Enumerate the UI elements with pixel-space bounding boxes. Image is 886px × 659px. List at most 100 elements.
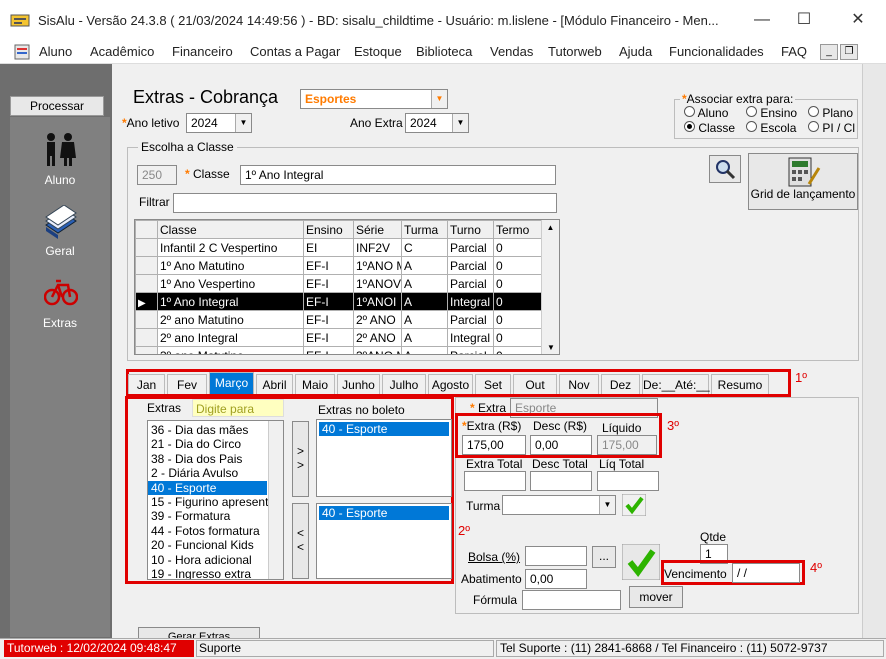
tab-month-10[interactable]: Nov — [559, 374, 599, 394]
chevron-down-icon[interactable]: ▼ — [452, 114, 468, 132]
list-item[interactable]: 19 - Ingresso extra — [148, 567, 267, 579]
liq-total-field[interactable] — [597, 471, 659, 491]
table-row[interactable]: 2º ano Integral EF-I 2º ANO A Integral 0 — [135, 328, 542, 347]
filtrar-input[interactable] — [173, 193, 557, 213]
chevron-down-icon[interactable]: ▼ — [431, 90, 447, 108]
bolsa-lookup-button[interactable]: ... — [592, 546, 616, 568]
remove-extra-button[interactable]: < < — [292, 503, 309, 579]
menu-estoque[interactable]: Estoque — [354, 44, 402, 59]
list-item[interactable]: 21 - Dia do Circo — [148, 437, 267, 451]
menu-financeiro[interactable]: Financeiro — [172, 44, 233, 59]
nav-geral[interactable]: Geral — [20, 244, 100, 258]
bolsa-label[interactable]: Bolsa (%) — [468, 550, 520, 564]
bolsa-input[interactable] — [525, 546, 587, 566]
tab-month-5[interactable]: Junho — [337, 374, 380, 394]
list-item[interactable]: 40 - Esporte — [319, 506, 449, 521]
ano-extra-select[interactable]: 2024 ▼ — [405, 113, 469, 133]
processar-button[interactable]: Processar — [10, 96, 104, 116]
list-item[interactable]: 10 - Hora adicional — [148, 553, 267, 567]
list-item[interactable]: 2 - Diária Avulso — [148, 466, 267, 480]
list-item[interactable]: 36 - Dia das mães — [148, 423, 267, 437]
extra-rs-input[interactable]: 175,00 — [462, 435, 526, 455]
radio-aluno[interactable]: Aluno — [684, 106, 728, 120]
extras-list-scrollbar[interactable] — [268, 421, 283, 579]
tab-month-4[interactable]: Maio — [295, 374, 335, 394]
list-item[interactable]: 40 - Esporte — [319, 422, 449, 437]
menu-vendas[interactable]: Vendas — [490, 44, 533, 59]
tab-month-11[interactable]: Dez — [601, 374, 640, 394]
tab-month-0[interactable]: Jan — [128, 374, 165, 394]
extra-total-field[interactable] — [464, 471, 526, 491]
tab-month-3[interactable]: Abril — [256, 374, 293, 394]
grid-col-serie[interactable]: Série — [353, 220, 402, 239]
maximize-button[interactable]: ☐ — [792, 8, 816, 32]
radio-pi-cl[interactable]: PI / Cl — [808, 121, 855, 135]
grid-col-turma[interactable]: Turma — [401, 220, 448, 239]
grid-col-ensino[interactable]: Ensino — [303, 220, 354, 239]
table-row[interactable]: 1º Ano Matutino EF-I 1ºANO M A Parcial 0 — [135, 256, 542, 275]
tab-month-6[interactable]: Julho — [382, 374, 426, 394]
menu-aluno[interactable]: Aluno — [39, 44, 72, 59]
menu-ajuda[interactable]: Ajuda — [619, 44, 652, 59]
menu-academico[interactable]: Acadêmico — [90, 44, 154, 59]
formula-input[interactable] — [522, 590, 621, 610]
menu-biblioteca[interactable]: Biblioteca — [416, 44, 472, 59]
list-item[interactable]: 40 - Esporte — [148, 480, 267, 495]
close-button[interactable]: ✕ — [846, 8, 870, 32]
tab-month-8[interactable]: Set — [475, 374, 511, 394]
confirm-checkmark-icon[interactable] — [621, 543, 661, 581]
list-item[interactable]: 44 - Fotos formatura — [148, 524, 267, 538]
grid-col-turno[interactable]: Turno — [447, 220, 494, 239]
list-item[interactable]: 38 - Dia dos Pais — [148, 452, 267, 466]
menu-tutorweb[interactable]: Tutorweb — [548, 44, 602, 59]
table-row[interactable]: 1º Ano Vespertino EF-I 1ºANOV A Parcial 0 — [135, 274, 542, 293]
tab-month-1[interactable]: Fev — [167, 374, 207, 394]
grid-lancamento-button[interactable]: Grid de lançamento — [748, 153, 858, 210]
turma-select[interactable]: ▼ — [502, 495, 616, 515]
desc-total-field[interactable] — [530, 471, 592, 491]
grid-col-classe[interactable]: Classe — [157, 220, 304, 239]
minimize-button[interactable]: — — [750, 8, 774, 32]
right-scrollbar[interactable] — [862, 64, 886, 638]
chevron-down-icon[interactable]: ▼ — [599, 496, 615, 514]
desc-rs-input[interactable]: 0,00 — [530, 435, 592, 455]
list-item[interactable]: 20 - Funcional Kids — [148, 538, 267, 552]
mdi-minimize-button[interactable]: _ — [820, 44, 838, 60]
radio-plano[interactable]: Plano — [808, 106, 853, 120]
classe-field[interactable]: 1º Ano Integral — [240, 165, 556, 185]
tab-month-9[interactable]: Out — [513, 374, 557, 394]
classe-code-field[interactable]: 250 — [137, 165, 177, 185]
table-row[interactable]: ▶ 1º Ano Integral EF-I 1ºANOI A Integral 0 — [135, 292, 542, 311]
table-row[interactable]: 3º ano MatutinoEF-I3ºANO MAParcial0 — [135, 346, 542, 354]
bicycle-icon[interactable] — [43, 275, 79, 307]
radio-escola[interactable]: Escola — [746, 121, 796, 135]
menu-contas-a-pagar[interactable]: Contas a Pagar — [250, 44, 340, 59]
abatimento-input[interactable]: 0,00 — [525, 569, 587, 589]
extra-type-select[interactable]: Esportes ▼ — [300, 89, 448, 109]
grid-scrollbar[interactable]: ▲ ▼ — [541, 220, 559, 354]
nav-extras[interactable]: Extras — [20, 316, 100, 330]
mover-button[interactable]: mover — [629, 586, 683, 608]
tab-month-7[interactable]: Agosto — [428, 374, 473, 394]
stacked-papers-icon[interactable] — [42, 204, 80, 241]
table-row[interactable]: 2º ano Matutino EF-I 2º ANO A Parcial 0 — [135, 310, 542, 329]
scroll-down-icon[interactable]: ▼ — [542, 343, 559, 352]
nav-aluno[interactable]: Aluno — [20, 173, 100, 187]
scroll-up-icon[interactable]: ▲ — [542, 223, 559, 232]
tab-month-2[interactable]: Março — [209, 372, 254, 394]
tab-month-12[interactable]: De:__Até:__ — [642, 374, 710, 394]
add-extra-button[interactable]: > > — [292, 421, 309, 497]
ano-letivo-select[interactable]: 2024 ▼ — [186, 113, 252, 133]
liquido-field[interactable]: 175,00 — [597, 435, 657, 455]
mdi-restore-button[interactable]: ❐ — [840, 44, 858, 60]
search-button[interactable] — [709, 155, 741, 183]
list-item[interactable]: 39 - Formatura — [148, 509, 267, 523]
tab-month-13[interactable]: Resumo — [711, 374, 769, 394]
list-item[interactable]: 15 - Figurino apresent — [148, 495, 268, 509]
people-icon[interactable] — [40, 130, 80, 170]
turma-confirm-checkmark-icon[interactable] — [621, 493, 647, 517]
radio-ensino[interactable]: Ensino — [746, 106, 797, 120]
radio-classe[interactable]: Classe — [684, 121, 735, 135]
extras-filter-input[interactable]: Digite para filtrar — [192, 399, 284, 434]
chevron-down-icon[interactable]: ▼ — [235, 114, 251, 132]
